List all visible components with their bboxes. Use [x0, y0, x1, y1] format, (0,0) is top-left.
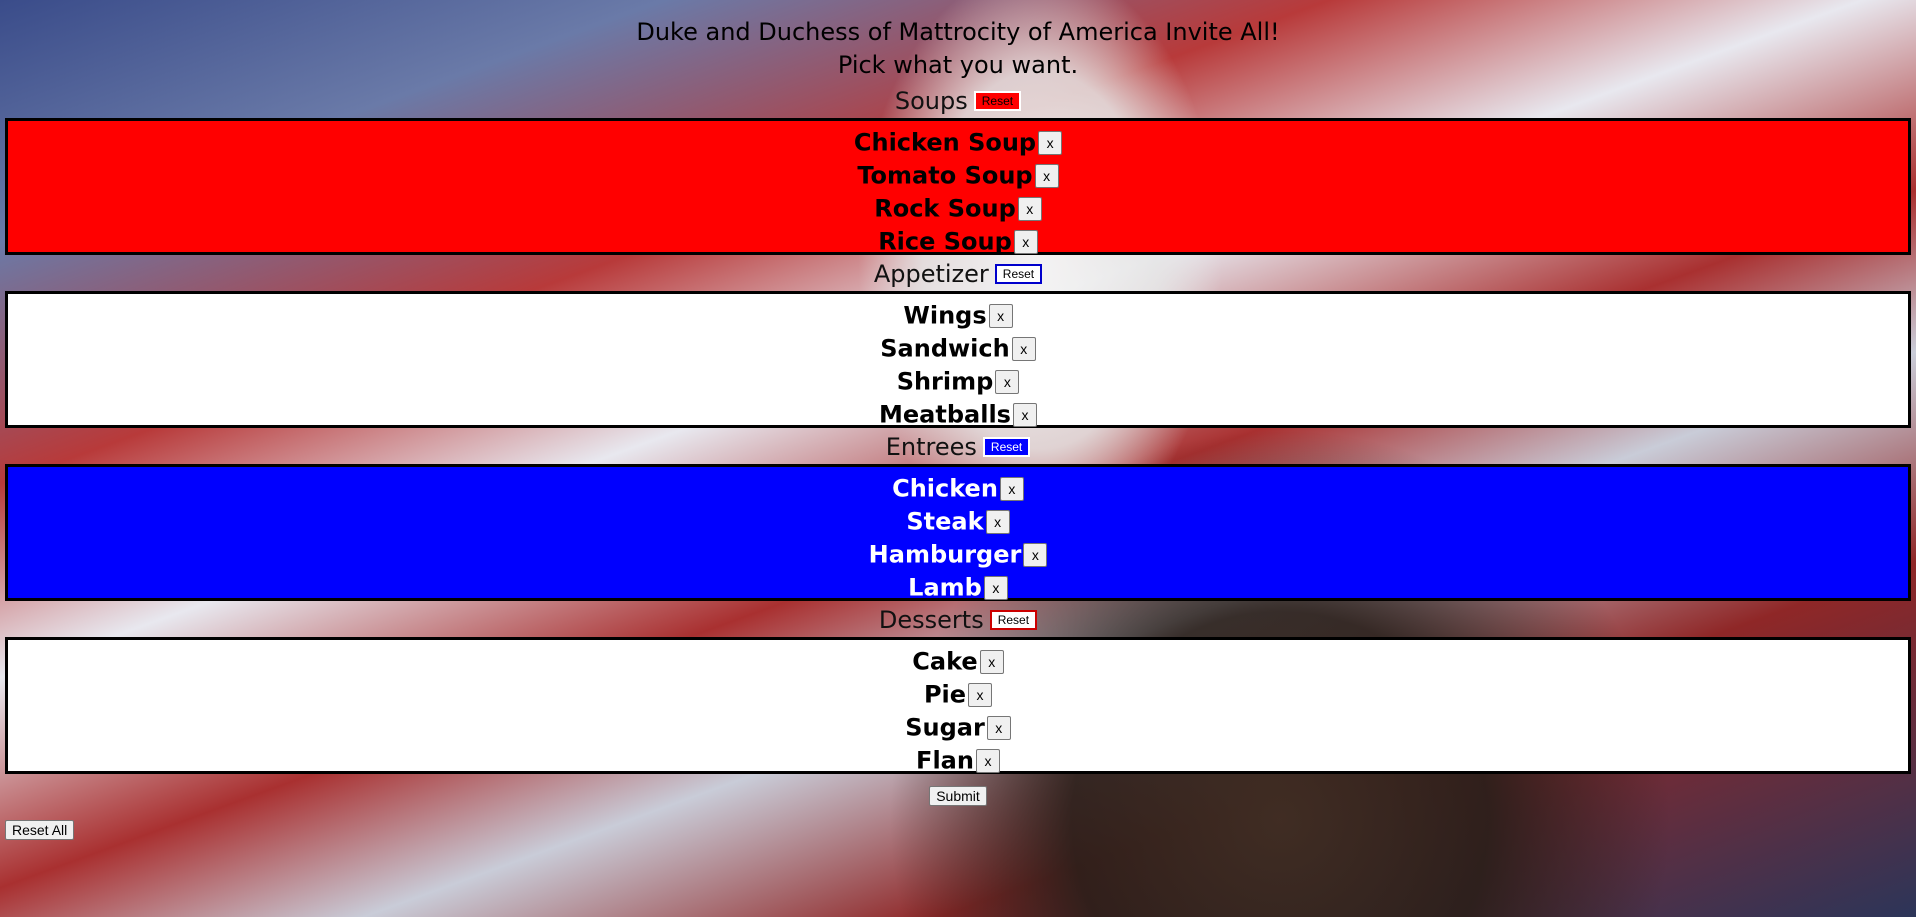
- menu-item-label: Chicken Soup: [853, 128, 1037, 157]
- section-panel: Cake x Pie x Sugar x Flan x: [5, 637, 1911, 777]
- remove-item-button[interactable]: x: [986, 716, 1011, 740]
- remove-item-button[interactable]: x: [1017, 197, 1042, 221]
- menu-item: Meatballs x: [8, 398, 1908, 431]
- section-reset-button[interactable]: Reset: [994, 264, 1043, 284]
- menu-item: Sandwich x: [8, 332, 1908, 365]
- section-panel: Wings x Sandwich x Shrimp x Meatballs x: [5, 291, 1911, 431]
- remove-item-button[interactable]: x: [1013, 230, 1038, 254]
- section-title: Appetizer: [873, 260, 989, 288]
- section-title: Soups: [894, 87, 968, 115]
- menu-item-label: Meatballs: [879, 400, 1011, 429]
- menu-item: Cake x: [8, 645, 1908, 678]
- menu-sections: Soups Reset Chicken Soup x Tomato Soup x Rock …: [0, 82, 1916, 777]
- menu-item: Chicken x: [8, 472, 1908, 505]
- menu-item-label: Steak: [906, 507, 984, 536]
- menu-item: Sugar x: [8, 711, 1908, 744]
- remove-item-button[interactable]: x: [999, 477, 1024, 501]
- menu-item-label: Chicken: [892, 474, 998, 503]
- remove-item-button[interactable]: x: [1011, 337, 1036, 361]
- remove-item-button[interactable]: x: [975, 749, 1000, 773]
- menu-item-label: Pie: [923, 680, 967, 709]
- remove-item-button[interactable]: x: [988, 304, 1013, 328]
- remove-item-button[interactable]: x: [1012, 403, 1037, 427]
- menu-item-label: Sugar: [905, 713, 985, 742]
- reset-all-button[interactable]: Reset All: [5, 820, 75, 840]
- menu-item: Chicken Soup x: [8, 126, 1908, 159]
- menu-item-label: Rice Soup: [878, 227, 1012, 256]
- menu-item-label: Lamb: [908, 573, 982, 602]
- section-panel: Chicken x Steak x Hamburger x Lamb x: [5, 464, 1911, 604]
- menu-item-label: Hamburger: [868, 540, 1022, 569]
- menu-item: Steak x: [8, 505, 1908, 538]
- remove-item-button[interactable]: x: [1038, 131, 1063, 155]
- menu-item: Lamb x: [8, 571, 1908, 604]
- menu-item-label: Sandwich: [880, 334, 1010, 363]
- menu-item-label: Cake: [912, 647, 978, 676]
- remove-item-button[interactable]: x: [985, 510, 1010, 534]
- section-title: Desserts: [878, 606, 984, 634]
- remove-item-button[interactable]: x: [968, 683, 993, 707]
- menu-item: Rock Soup x: [8, 192, 1908, 225]
- section-header-1: Appetizer Reset: [0, 255, 1916, 291]
- page-subtitle: Pick what you want.: [837, 51, 1079, 79]
- section-reset-button[interactable]: Reset: [989, 610, 1038, 630]
- remove-item-button[interactable]: x: [1023, 543, 1048, 567]
- page-title: Duke and Duchess of Mattrocity of Americ…: [636, 18, 1280, 46]
- submit-button[interactable]: Submit: [929, 786, 987, 806]
- menu-item-label: Tomato Soup: [857, 161, 1033, 190]
- section-title: Entrees: [885, 433, 977, 461]
- menu-item-label: Wings: [903, 301, 987, 330]
- menu-item: Pie x: [8, 678, 1908, 711]
- menu-item: Wings x: [8, 299, 1908, 332]
- menu-item-label: Shrimp: [896, 367, 994, 396]
- section-header-2: Entrees Reset: [0, 428, 1916, 464]
- remove-item-button[interactable]: x: [995, 370, 1020, 394]
- remove-item-button[interactable]: x: [1034, 164, 1059, 188]
- section-panel: Chicken Soup x Tomato Soup x Rock Soup x Rice …: [5, 118, 1911, 258]
- menu-item: Rice Soup x: [8, 225, 1908, 258]
- section-reset-button[interactable]: Reset: [982, 437, 1031, 457]
- menu-item-label: Rock Soup: [874, 194, 1016, 223]
- section-header-0: Soups Reset: [0, 82, 1916, 118]
- section-header-3: Desserts Reset: [0, 601, 1916, 637]
- menu-item: Shrimp x: [8, 365, 1908, 398]
- menu-item: Tomato Soup x: [8, 159, 1908, 192]
- page: Duke and Duchess of Mattrocity of Americ…: [0, 0, 1916, 806]
- menu-item: Hamburger x: [8, 538, 1908, 571]
- remove-item-button[interactable]: x: [979, 650, 1004, 674]
- section-reset-button[interactable]: Reset: [973, 91, 1022, 111]
- menu-item-label: Flan: [916, 746, 974, 775]
- remove-item-button[interactable]: x: [983, 576, 1008, 600]
- menu-item: Flan x: [8, 744, 1908, 777]
- submit-row: Submit: [0, 786, 1916, 806]
